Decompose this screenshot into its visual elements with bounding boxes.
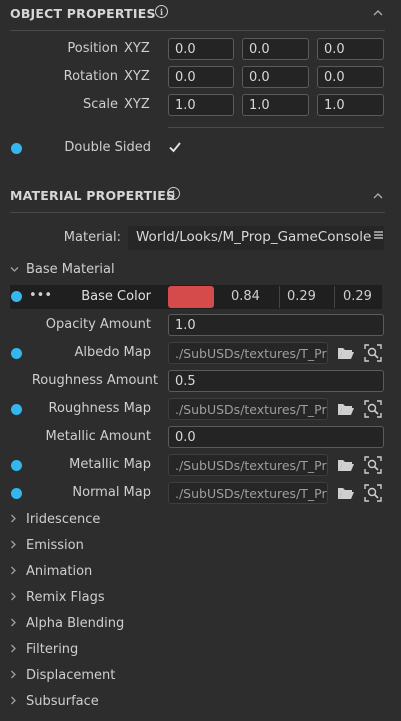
chevron-down-icon <box>10 265 26 276</box>
position-x-field[interactable]: 0.0 <box>168 38 234 60</box>
rotation-axes-label: XYZ <box>124 69 150 84</box>
collapsible-group-iridescence[interactable]: Iridescence <box>10 512 100 527</box>
rotation-label: Rotation <box>63 69 118 84</box>
base-color-g-value[interactable]: 0.29 <box>287 289 316 304</box>
override-dot-indicator <box>11 143 22 154</box>
search-icon[interactable] <box>363 399 383 419</box>
chevron-up-icon[interactable] <box>373 190 383 203</box>
double-sided-label: Double Sided <box>64 140 151 155</box>
material-label: Material: <box>63 230 121 245</box>
roughness-map-label: Roughness Map <box>48 401 151 416</box>
folder-icon[interactable] <box>336 343 356 363</box>
base-material-label: Base Material <box>26 262 115 277</box>
group-label: Remix Flags <box>26 590 105 605</box>
collapsible-group-displacement[interactable]: Displacement <box>10 668 115 683</box>
base-material-group[interactable]: Base Material <box>10 262 115 277</box>
divider <box>279 286 280 308</box>
base-color-b-value[interactable]: 0.29 <box>343 289 372 304</box>
material-path-text: World/Looks/M_Prop_GameConsole <box>136 229 372 245</box>
info-icon[interactable]: i <box>167 187 180 200</box>
group-label: Alpha Blending <box>26 616 125 631</box>
material-properties-title: MATERIAL PROPERTIES <box>10 188 176 203</box>
chevron-up-icon[interactable] <box>373 7 383 20</box>
ellipsis-icon[interactable]: ••• <box>29 288 52 303</box>
double-sided-checkbox[interactable] <box>167 139 183 155</box>
info-icon[interactable]: i <box>155 5 168 18</box>
group-label: Animation <box>26 564 93 579</box>
base-color-swatch[interactable] <box>168 286 214 308</box>
roughness-amount-label: Roughness Amount <box>31 373 158 388</box>
collapsible-group-remix-flags[interactable]: Remix Flags <box>10 590 105 605</box>
base-color-r-value[interactable]: 0.84 <box>231 289 260 304</box>
chevron-right-icon <box>10 696 26 708</box>
section-divider <box>10 30 385 31</box>
rotation-z-field[interactable]: 0.0 <box>317 66 384 88</box>
folder-icon[interactable] <box>336 399 356 419</box>
metallic-map-label: Metallic Map <box>69 457 151 472</box>
scale-z-field[interactable]: 1.0 <box>317 94 384 116</box>
chevron-right-icon <box>10 670 26 682</box>
search-icon[interactable] <box>363 343 383 363</box>
chevron-right-icon <box>10 566 26 578</box>
folder-icon[interactable] <box>336 483 356 503</box>
position-label: Position <box>67 41 118 56</box>
base-color-label: Base Color <box>81 289 151 304</box>
collapsible-group-subsurface[interactable]: Subsurface <box>10 694 99 709</box>
group-label: Displacement <box>26 668 116 683</box>
checkmark-icon <box>169 142 181 153</box>
section-divider <box>10 212 385 213</box>
position-axes-label: XYZ <box>124 41 150 56</box>
chevron-right-icon <box>10 540 26 552</box>
collapsible-group-animation[interactable]: Animation <box>10 564 92 579</box>
normal-map-label: Normal Map <box>72 485 151 500</box>
normal-map-path-field[interactable]: ./SubUSDs/textures/T_Pr <box>168 482 328 504</box>
object-properties-title: OBJECT PROPERTIES <box>10 6 156 21</box>
roughness-map-path-field[interactable]: ./SubUSDs/textures/T_Pr <box>168 398 328 420</box>
group-label: Subsurface <box>26 694 99 709</box>
group-label: Filtering <box>26 642 79 657</box>
albedo-map-label: Albedo Map <box>74 345 151 360</box>
chevron-right-icon <box>10 618 26 630</box>
group-label: Iridescence <box>26 512 101 527</box>
collapsible-group-emission[interactable]: Emission <box>10 538 84 553</box>
metallic-amount-field[interactable]: 0.0 <box>168 426 384 448</box>
chevron-right-icon <box>10 592 26 604</box>
scale-y-field[interactable]: 1.0 <box>242 94 309 116</box>
search-icon[interactable] <box>363 455 383 475</box>
divider <box>334 286 335 308</box>
roughness-amount-field[interactable]: 0.5 <box>168 370 384 392</box>
collapsible-group-alpha-blending[interactable]: Alpha Blending <box>10 616 124 631</box>
search-icon[interactable] <box>363 483 383 503</box>
metallic-map-path-field[interactable]: ./SubUSDs/textures/T_Pr <box>168 454 328 476</box>
opacity-amount-label: Opacity Amount <box>45 317 151 332</box>
collapsible-group-filtering[interactable]: Filtering <box>10 642 78 657</box>
group-label: Emission <box>26 538 84 553</box>
rotation-y-field[interactable]: 0.0 <box>242 66 309 88</box>
chevron-right-icon <box>10 644 26 656</box>
position-z-field[interactable]: 0.0 <box>317 38 384 60</box>
scale-label: Scale <box>83 97 118 112</box>
scale-axes-label: XYZ <box>124 97 150 112</box>
scale-x-field[interactable]: 1.0 <box>168 94 234 116</box>
opacity-amount-field[interactable]: 1.0 <box>168 314 384 336</box>
material-path-field[interactable]: World/Looks/M_Prop_GameConsole <box>128 226 384 250</box>
field-divider <box>168 127 384 128</box>
albedo-map-path-field[interactable]: ./SubUSDs/textures/T_Pr <box>168 342 328 364</box>
chevron-right-icon <box>10 514 26 526</box>
metallic-amount-label: Metallic Amount <box>45 429 151 444</box>
hamburger-icon[interactable] <box>374 229 383 245</box>
override-dot-indicator <box>11 291 22 302</box>
rotation-x-field[interactable]: 0.0 <box>168 66 234 88</box>
folder-icon[interactable] <box>336 455 356 475</box>
position-y-field[interactable]: 0.0 <box>242 38 309 60</box>
